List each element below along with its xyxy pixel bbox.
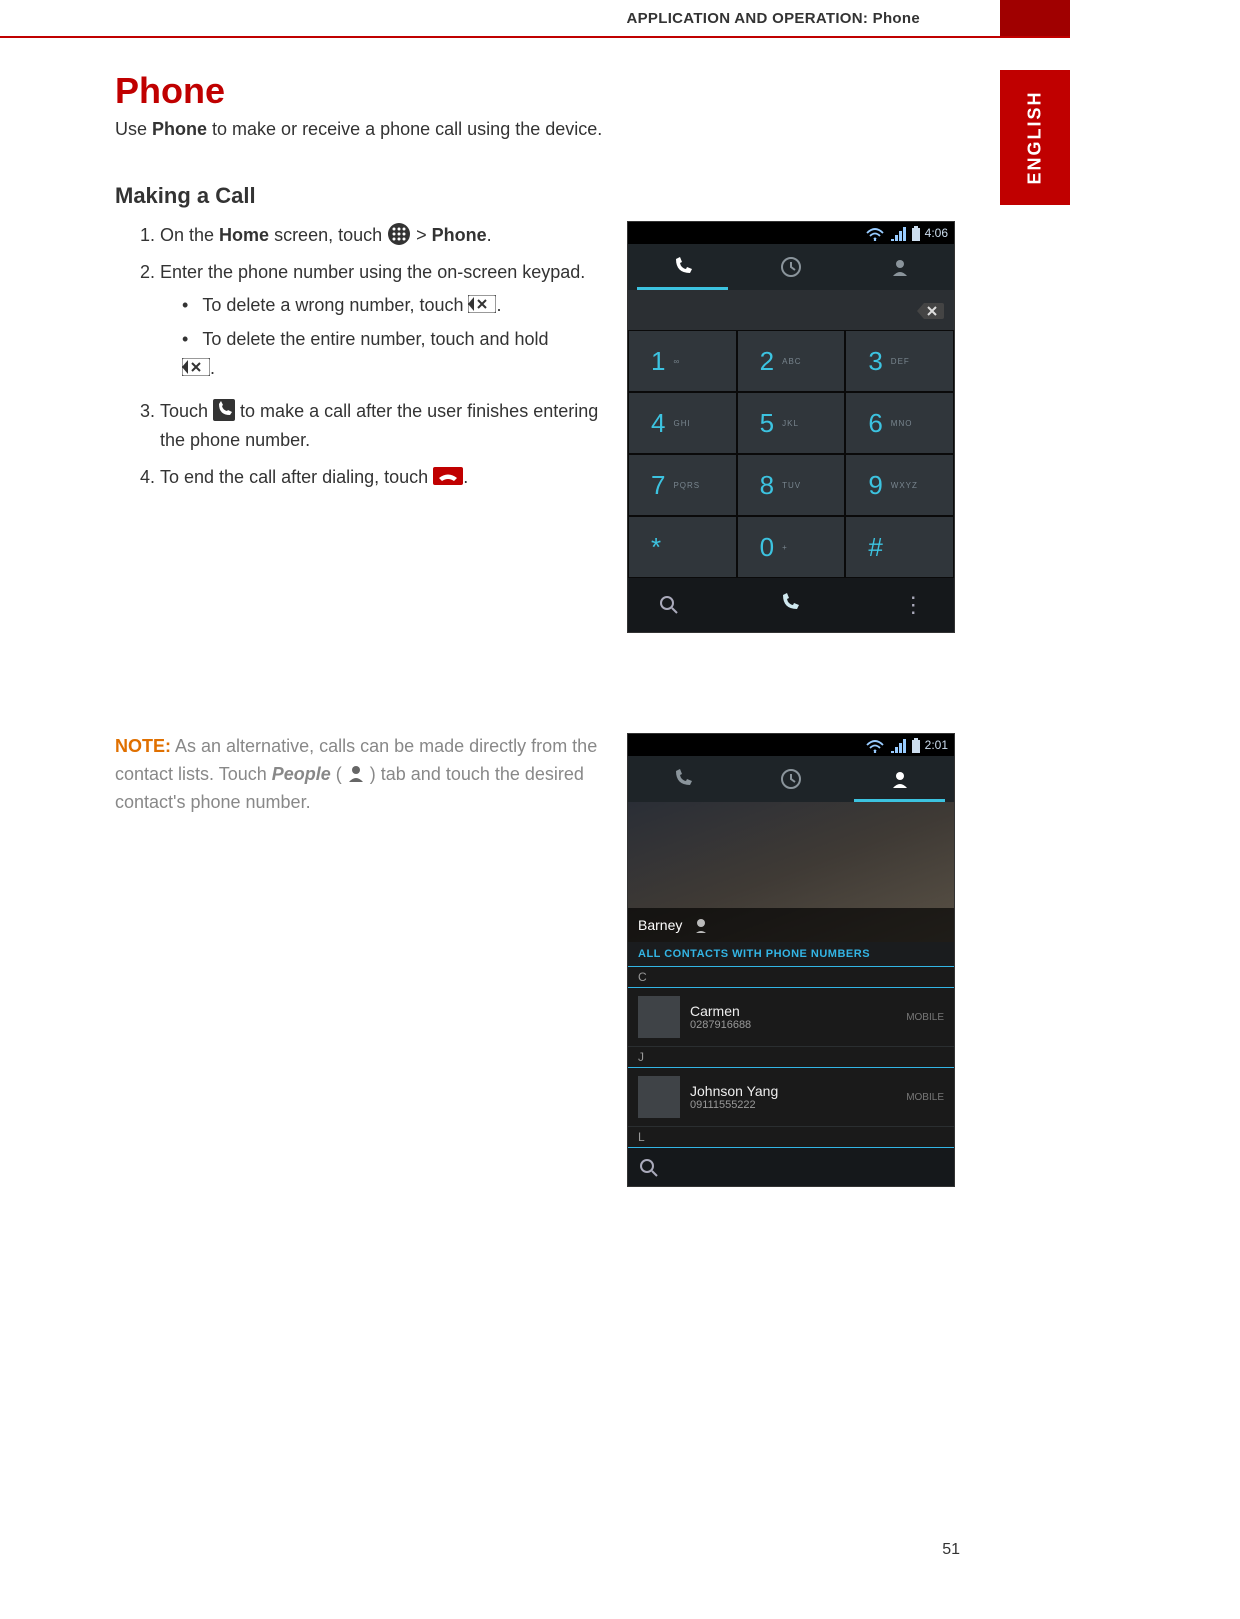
keypad-key-9[interactable]: 9WXYZ: [845, 454, 954, 516]
keypad-key-8[interactable]: 8TUV: [737, 454, 846, 516]
contact-type: MOBILE: [906, 1092, 944, 1103]
signal-icon: [889, 225, 907, 241]
alpha-divider: C: [628, 967, 954, 988]
contact-name: Carmen: [690, 1003, 896, 1019]
avatar: [638, 1076, 680, 1118]
keypad-key-5[interactable]: 5JKL: [737, 392, 846, 454]
instructions-column: On the Home screen, touch > Phone. Enter…: [115, 221, 627, 499]
step-3: Touch to make a call after the user fini…: [160, 397, 607, 455]
keypad-key-2[interactable]: 2ABC: [737, 330, 846, 392]
step-2: Enter the phone number using the on-scre…: [160, 258, 607, 383]
tab-dialer[interactable]: [628, 244, 737, 290]
keypad-key-4[interactable]: 4GHI: [628, 392, 737, 454]
battery-icon: [911, 737, 921, 753]
section-heading: Making a Call: [115, 183, 955, 209]
dialer-menu-button[interactable]: ⋮: [873, 592, 955, 618]
contact-card-name: Barney: [638, 917, 682, 933]
dialer-call-button[interactable]: [710, 592, 873, 618]
person-icon: [347, 764, 365, 782]
contact-row[interactable]: Johnson Yang09111555222 MOBILE: [628, 1068, 954, 1127]
step-1: On the Home screen, touch > Phone.: [160, 221, 607, 250]
status-bar: 4:06: [628, 222, 954, 244]
avatar: [638, 996, 680, 1038]
keypad-key-7[interactable]: 7PQRS: [628, 454, 737, 516]
backspace-icon: [468, 295, 496, 313]
dialer-keypad: 1∞2ABC3DEF 4GHI5JKL6MNO 7PQRS8TUV9WXYZ *0+#: [628, 330, 954, 578]
step-2-sub-2: To delete the entire number, touch and h…: [182, 325, 607, 383]
language-tab: ENGLISH: [1000, 70, 1070, 205]
intro-text: Use Phone to make or receive a phone cal…: [115, 116, 955, 143]
keypad-key-0[interactable]: 0+: [737, 516, 846, 578]
contacts-screenshot: 2:01 Barney ALL CONTACTS WITH PHONE NUMB…: [627, 733, 955, 1187]
step-2-sub-1: To delete a wrong number, touch .: [182, 291, 607, 320]
number-input-row[interactable]: [628, 290, 954, 330]
wifi-icon: [865, 737, 885, 753]
dialer-bottom-row: ⋮: [628, 578, 954, 632]
tab-dialer[interactable]: [628, 756, 737, 802]
status-time: 2:01: [925, 738, 948, 752]
page-header: APPLICATION AND OPERATION: Phone: [0, 0, 1240, 36]
step-4: To end the call after dialing, touch .: [160, 463, 607, 492]
contacts-search-row[interactable]: [628, 1148, 954, 1186]
contact-number: 0287916688: [690, 1019, 896, 1031]
tab-contacts[interactable]: [845, 244, 954, 290]
header-underline: [0, 36, 1070, 38]
wifi-icon: [865, 225, 885, 241]
keypad-key-1[interactable]: 1∞: [628, 330, 737, 392]
keypad-key-6[interactable]: 6MNO: [845, 392, 954, 454]
alpha-divider: J: [628, 1047, 954, 1068]
contact-number: 09111555222: [690, 1099, 896, 1111]
apps-icon: [387, 222, 411, 246]
contact-type: MOBILE: [906, 1012, 944, 1023]
person-icon: [692, 917, 708, 933]
status-bar: 2:01: [628, 734, 954, 756]
status-time: 4:06: [925, 226, 948, 240]
keypad-key-*[interactable]: *: [628, 516, 737, 578]
language-tab-label: ENGLISH: [1025, 90, 1046, 184]
header-breadcrumb: APPLICATION AND OPERATION: Phone: [627, 10, 921, 27]
dialer-tabs: [628, 244, 954, 290]
battery-icon: [911, 225, 921, 241]
keypad-key-3[interactable]: 3DEF: [845, 330, 954, 392]
contact-card[interactable]: Barney: [628, 802, 954, 942]
header-red-block: [1000, 0, 1070, 36]
signal-icon: [889, 737, 907, 753]
contact-row[interactable]: Carmen0287916688 MOBILE: [628, 988, 954, 1047]
dialer-search-button[interactable]: [628, 594, 710, 616]
contact-name: Johnson Yang: [690, 1083, 896, 1099]
tab-recent[interactable]: [737, 244, 846, 290]
backspace-key-icon[interactable]: [916, 301, 944, 319]
page-number: 51: [942, 1541, 960, 1559]
phone-icon: [213, 399, 235, 421]
page-title: Phone: [115, 70, 955, 112]
note-label: NOTE:: [115, 736, 171, 756]
contacts-list: CCarmen0287916688MOBILEJJohnson Yang0911…: [628, 967, 954, 1148]
note-text: NOTE: As an alternative, calls can be ma…: [115, 733, 627, 817]
search-icon: [638, 1157, 658, 1177]
backspace-icon: [182, 358, 210, 376]
dialer-screenshot: 4:06 1∞2ABC3DEF 4GHI5JKL6MNO 7PQRS8TUV9WXY…: [627, 221, 955, 633]
alpha-divider: L: [628, 1127, 954, 1148]
tab-contacts[interactable]: [845, 756, 954, 802]
page-content: Phone Use Phone to make or receive a pho…: [115, 60, 955, 1187]
end-call-icon: [433, 467, 463, 485]
tab-recent[interactable]: [737, 756, 846, 802]
step-2-sublist: To delete a wrong number, touch . To del…: [160, 291, 607, 383]
contacts-section-header: ALL CONTACTS WITH PHONE NUMBERS: [628, 942, 954, 967]
keypad-key-#[interactable]: #: [845, 516, 954, 578]
steps-list: On the Home screen, touch > Phone. Enter…: [115, 221, 607, 491]
contacts-tabs: [628, 756, 954, 802]
